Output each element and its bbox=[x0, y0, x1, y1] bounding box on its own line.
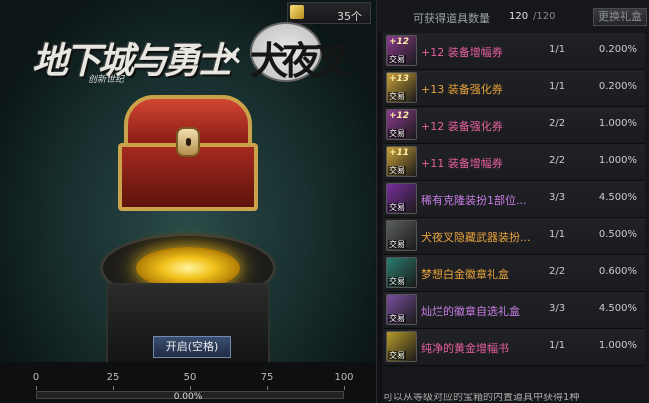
progress-tick-label: 0 bbox=[32, 372, 40, 383]
progress-tick-label: 50 bbox=[183, 372, 197, 383]
reward-item[interactable]: +12 交易 +12 装备增幅券 1/1 0.200% bbox=[383, 33, 645, 70]
item-icon[interactable]: +12 交易 bbox=[386, 35, 417, 66]
item-drop-rate: 1.000% bbox=[598, 340, 637, 351]
item-name: 梦想白金徽章礼盒 bbox=[421, 268, 509, 281]
item-quantity: 1/1 bbox=[549, 44, 566, 55]
reward-count-current: 120 bbox=[509, 11, 529, 22]
tradeable-tag: 交易 bbox=[388, 203, 406, 212]
item-name: +11 装备增幅券 bbox=[421, 157, 503, 170]
item-badge: +11 bbox=[389, 148, 410, 158]
item-icon[interactable]: 交易 bbox=[386, 183, 417, 214]
item-quantity: 1/1 bbox=[549, 229, 566, 240]
progress-tick bbox=[190, 386, 191, 390]
item-icon[interactable]: 交易 bbox=[386, 294, 417, 325]
item-name: +12 装备增幅券 bbox=[421, 46, 503, 59]
logo-collab-text: 犬夜叉 bbox=[250, 38, 352, 83]
footer-note: 可以从等级对应的宝箱的内置道具中获得1种 bbox=[383, 393, 580, 403]
item-drop-rate: 4.500% bbox=[598, 192, 637, 203]
reward-item[interactable]: +12 交易 +12 装备强化券 2/2 1.000% bbox=[383, 107, 645, 144]
reward-list-title: 可获得道具数量 bbox=[413, 12, 490, 25]
item-name: 灿烂的徽章自选礼盒 bbox=[421, 305, 520, 318]
reward-item[interactable]: 交易 梦想白金徽章礼盒 2/2 0.600% bbox=[383, 255, 645, 292]
tradeable-tag: 交易 bbox=[388, 314, 406, 323]
progress-tick bbox=[36, 386, 37, 390]
item-drop-rate: 1.000% bbox=[598, 155, 637, 166]
tradeable-tag: 交易 bbox=[388, 351, 406, 360]
item-drop-rate: 0.600% bbox=[598, 266, 637, 277]
item-quantity: 2/2 bbox=[549, 266, 566, 277]
logo-sub-text: 创新世纪 bbox=[88, 75, 125, 85]
item-name: 稀有克隆装扮1部位... bbox=[421, 194, 527, 207]
item-icon[interactable]: 交易 bbox=[386, 257, 417, 288]
box-counter: 35个 bbox=[287, 2, 371, 24]
item-drop-rate: 0.500% bbox=[598, 229, 637, 240]
reward-item[interactable]: +13 交易 +13 装备强化券 1/1 0.200% bbox=[383, 70, 645, 107]
tradeable-tag: 交易 bbox=[388, 166, 406, 175]
scroll-rail[interactable] bbox=[377, 33, 382, 403]
reward-list-panel: 可获得道具数量 120 /120 更换礼盒 +12 交易 +12 装备增幅券 1/1 0… bbox=[376, 0, 649, 403]
item-badge: +13 bbox=[389, 74, 410, 84]
item-quantity: 3/3 bbox=[549, 303, 566, 314]
logo-main-text: 地下城与勇士 bbox=[32, 40, 233, 82]
item-quantity: 3/3 bbox=[549, 192, 566, 203]
item-name: +12 装备强化券 bbox=[421, 120, 503, 133]
item-icon[interactable]: +12 交易 bbox=[386, 109, 417, 140]
tradeable-tag: 交易 bbox=[388, 92, 406, 101]
logo-x-mark: × bbox=[220, 38, 244, 71]
item-name: 犬夜叉隐藏武器装扮... bbox=[421, 231, 531, 244]
item-icon[interactable]: 交易 bbox=[386, 331, 417, 362]
event-logo: 地下城与勇士 创新世纪 × 犬夜叉 bbox=[32, 22, 352, 92]
tradeable-tag: 交易 bbox=[388, 277, 406, 286]
item-quantity: 1/1 bbox=[549, 340, 566, 351]
item-badge: +12 bbox=[389, 37, 410, 47]
item-name: 纯净的黄金增幅书 bbox=[421, 342, 509, 355]
pedestal-base bbox=[106, 283, 270, 373]
change-box-button[interactable]: 更换礼盒 bbox=[593, 8, 647, 26]
progress-tick-label: 75 bbox=[260, 372, 274, 383]
progress-tick-label: 25 bbox=[106, 372, 120, 383]
item-drop-rate: 1.000% bbox=[598, 118, 637, 129]
reward-count-total: /120 bbox=[533, 11, 556, 22]
item-drop-rate: 0.200% bbox=[598, 44, 637, 55]
tradeable-tag: 交易 bbox=[388, 55, 406, 64]
item-name: +13 装备强化券 bbox=[421, 83, 503, 96]
item-icon[interactable]: +11 交易 bbox=[386, 146, 417, 177]
item-drop-rate: 4.500% bbox=[598, 303, 637, 314]
tradeable-tag: 交易 bbox=[388, 240, 406, 249]
progress-tick bbox=[267, 386, 268, 390]
box-preview-panel: 35个 地下城与勇士 创新世纪 × 犬夜叉 开启(空格) 0 25 50 75 … bbox=[0, 0, 376, 403]
reward-list: +12 交易 +12 装备增幅券 1/1 0.200% +13 交易 +13 装备强化券 1/1… bbox=[383, 33, 645, 366]
lock-icon bbox=[176, 127, 200, 157]
item-icon[interactable]: +13 交易 bbox=[386, 72, 417, 103]
progress-percent: 0.00% bbox=[173, 392, 203, 402]
item-quantity: 2/2 bbox=[549, 155, 566, 166]
item-quantity: 1/1 bbox=[549, 81, 566, 92]
tradeable-tag: 交易 bbox=[388, 129, 406, 138]
progress-tick bbox=[344, 386, 345, 390]
reward-item[interactable]: +11 交易 +11 装备增幅券 2/2 1.000% bbox=[383, 144, 645, 181]
open-box-button[interactable]: 开启(空格) bbox=[153, 336, 231, 358]
progress-tick bbox=[113, 386, 114, 390]
box-count-icon bbox=[290, 5, 304, 19]
reward-item[interactable]: 交易 纯净的黄金增幅书 1/1 1.000% bbox=[383, 329, 645, 366]
item-quantity: 2/2 bbox=[549, 118, 566, 129]
item-drop-rate: 0.200% bbox=[598, 81, 637, 92]
reward-list-header: 可获得道具数量 120 /120 更换礼盒 bbox=[377, 0, 649, 32]
treasure-chest[interactable] bbox=[118, 95, 258, 215]
item-icon[interactable]: 交易 bbox=[386, 220, 417, 251]
progress-tick-label: 100 bbox=[334, 372, 354, 383]
reward-item[interactable]: 交易 稀有克隆装扮1部位... 3/3 4.500% bbox=[383, 181, 645, 218]
reward-item[interactable]: 交易 灿烂的徽章自选礼盒 3/3 4.500% bbox=[383, 292, 645, 329]
item-badge: +12 bbox=[389, 111, 410, 121]
reward-item[interactable]: 交易 犬夜叉隐藏武器装扮... 1/1 0.500% bbox=[383, 218, 645, 255]
progress-bar: 0 25 50 75 100 0.00% bbox=[0, 362, 376, 403]
